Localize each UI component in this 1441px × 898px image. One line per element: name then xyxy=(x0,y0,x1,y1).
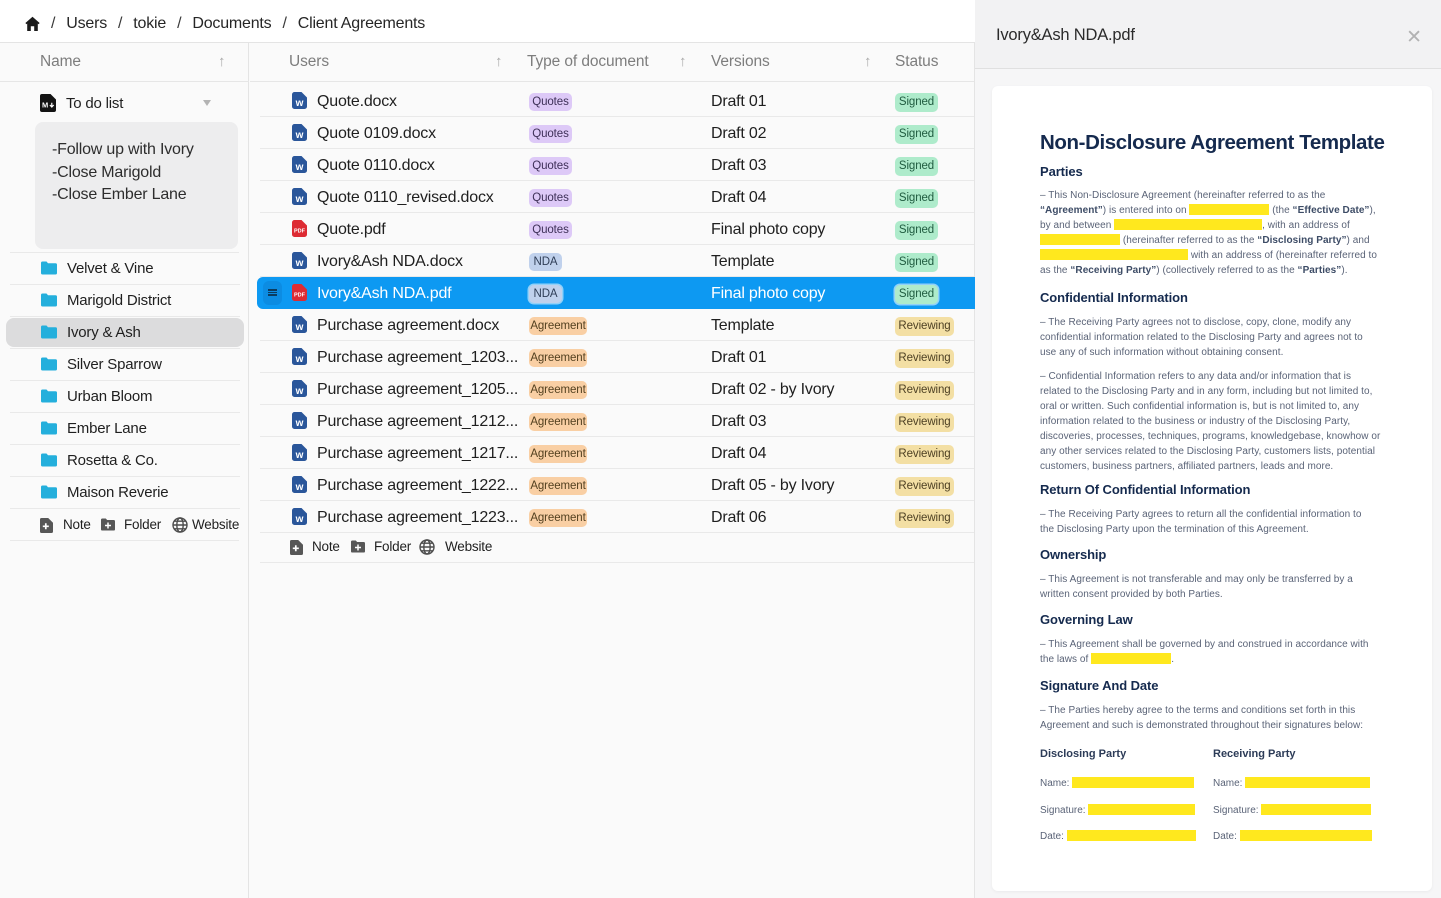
svg-text:w: w xyxy=(295,162,304,173)
svg-text:w: w xyxy=(295,98,304,109)
svg-text:w: w xyxy=(295,354,304,365)
svg-text:w: w xyxy=(295,194,304,205)
svg-text:w: w xyxy=(295,418,304,429)
svg-text:w: w xyxy=(295,450,304,461)
svg-text:w: w xyxy=(295,482,304,493)
svg-text:w: w xyxy=(295,258,304,269)
svg-text:w: w xyxy=(295,514,304,525)
svg-text:M: M xyxy=(42,100,48,109)
svg-text:w: w xyxy=(295,386,304,397)
svg-text:w: w xyxy=(295,130,304,141)
svg-text:w: w xyxy=(295,322,304,333)
svg-text:PDF: PDF xyxy=(294,293,306,299)
svg-text:PDF: PDF xyxy=(294,229,306,235)
